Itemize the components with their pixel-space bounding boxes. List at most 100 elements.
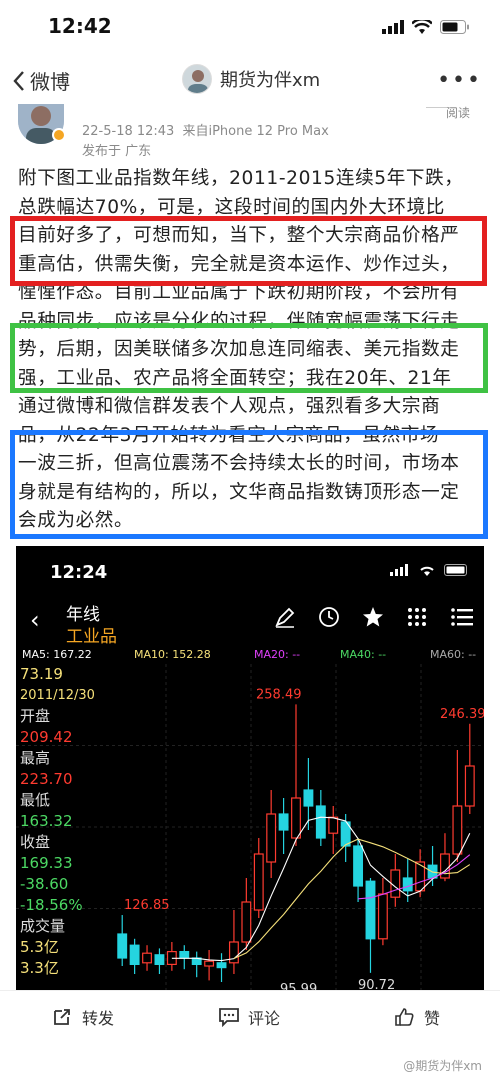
- candle-body: [353, 845, 364, 887]
- more-button[interactable]: •••: [437, 68, 482, 93]
- author-header: 阅读 22-5-18 12:43 来自iPhone 12 Pro Max 发布于…: [0, 104, 500, 160]
- high-value: 223.70: [20, 770, 73, 788]
- verified-badge-icon: [52, 128, 66, 142]
- draw-icon: [275, 607, 295, 628]
- ma20-label: MA20: --: [254, 648, 301, 661]
- close-label: 收盘: [20, 833, 51, 851]
- read-count-label: 阅读: [445, 106, 470, 120]
- volume-value-2: 3.3亿: [20, 959, 59, 977]
- thumbs-up-icon: [395, 1008, 414, 1026]
- back-button[interactable]: 微博: [12, 66, 70, 95]
- post-source: 来自iPhone 12 Pro Max: [182, 124, 329, 139]
- price-value: 73.19: [20, 665, 63, 683]
- post-line: 附下图工业品指数年线，2011-2015连续5年下跌，: [18, 168, 464, 189]
- action-bar: 转发 评论 赞 @期货为伴xm: [0, 990, 500, 1081]
- comment-button[interactable]: 评论: [218, 1005, 280, 1029]
- embedded-back-icon: ‹: [30, 606, 40, 634]
- candle-body: [216, 962, 227, 969]
- price-annotation: 258.49: [256, 687, 302, 702]
- repost-label: 转发: [82, 1009, 115, 1028]
- nav-user[interactable]: 期货为伴xm: [182, 64, 320, 94]
- candle-body: [303, 789, 314, 807]
- signal-icon: [382, 20, 404, 34]
- candle-body: [266, 813, 277, 863]
- star-icon: [363, 607, 383, 627]
- clock-icon: [319, 607, 339, 627]
- ma40-label: MA40: --: [340, 648, 387, 661]
- wifi-icon: [420, 566, 434, 576]
- nav-username: 期货为伴xm: [220, 70, 321, 91]
- back-label: 微博: [30, 70, 70, 94]
- instrument-name: 工业品: [66, 627, 117, 647]
- status-time: 12:42: [48, 14, 112, 38]
- price-annotation: 246.39: [440, 707, 484, 722]
- candle-body: [129, 944, 140, 966]
- signal-icon: [390, 564, 408, 576]
- candle-body: [402, 877, 413, 892]
- low-label: 最低: [20, 791, 51, 809]
- comment-icon: [219, 1008, 239, 1027]
- change-value: -38.60: [20, 875, 69, 893]
- candle-body: [204, 960, 215, 967]
- ma60-label: MA60: --: [430, 648, 477, 661]
- high-label: 最高: [20, 749, 51, 767]
- candle-body: [464, 765, 475, 807]
- embedded-toolbar: [274, 606, 474, 628]
- battery-icon: [440, 20, 469, 34]
- battery-icon: [444, 564, 467, 576]
- change-pct: -18.56%: [20, 896, 83, 914]
- candle-body: [278, 813, 289, 831]
- volume-value: 5.3亿: [20, 938, 59, 956]
- volume-label: 成交量: [20, 917, 66, 935]
- post-date: 22-5-18 12:43: [82, 124, 175, 139]
- candle-body: [241, 901, 252, 943]
- candle-body: [390, 869, 401, 898]
- open-label: 开盘: [20, 707, 51, 725]
- highlight-box-green: [10, 323, 488, 393]
- ma-legend: MA5: 167.22 MA10: 152.28 MA20: -- MA40: …: [16, 646, 484, 664]
- comment-label: 评论: [248, 1009, 281, 1028]
- repost-icon: [54, 1009, 70, 1025]
- candle-body: [117, 933, 128, 959]
- highlight-box-red: [10, 216, 487, 286]
- post-line: 通过微博和微信群发表个人观点，强烈看多大宗商: [18, 396, 441, 417]
- watermark: @期货为伴xm: [403, 1059, 482, 1073]
- embedded-chart-screenshot[interactable]: 12:24 ‹ 年线 工业品 MA5: 167.22 MA10: 152.28 …: [16, 546, 484, 990]
- candle-body: [291, 797, 301, 839]
- price-annotation: 90.72: [358, 978, 395, 990]
- candle-body: [154, 954, 165, 965]
- price-info-panel: 73.19 2011/12/30 开盘 209.42 最高 223.70 最低 …: [20, 664, 110, 979]
- nav-bar: 微博 期货为伴xm •••: [0, 56, 500, 104]
- highlight-box-blue: [10, 430, 488, 539]
- embedded-status-time: 12:24: [50, 562, 108, 583]
- price-annotation: 95.99: [280, 982, 317, 990]
- post-location: 发布于 广东: [82, 144, 152, 159]
- low-value: 163.32: [20, 812, 73, 830]
- chevron-left-icon: [13, 70, 24, 91]
- ma10-label: MA10: 152.28: [134, 648, 211, 661]
- candle-body: [142, 952, 152, 964]
- candle-body: [228, 941, 239, 964]
- close-value: 169.33: [20, 854, 73, 872]
- status-bar: 12:42: [0, 0, 500, 56]
- embedded-status-icons: [390, 564, 470, 576]
- candle-body: [365, 880, 376, 940]
- candle-body: [315, 805, 326, 839]
- candle-body: [328, 816, 339, 834]
- status-icons: [382, 20, 470, 34]
- embedded-header: ‹ 年线 工业品: [16, 594, 484, 647]
- menu-icon: [451, 608, 473, 626]
- repost-button[interactable]: 转发: [52, 1005, 114, 1029]
- ma5-label: MA5: 167.22: [22, 648, 92, 661]
- more-icon: •••: [437, 68, 482, 93]
- like-label: 赞: [424, 1009, 441, 1028]
- avatar: [182, 64, 212, 94]
- candle-body: [253, 853, 264, 911]
- candle-body: [377, 893, 388, 940]
- candle-body: [179, 951, 190, 959]
- like-button[interactable]: 赞: [394, 1005, 440, 1029]
- price-date: 2011/12/30: [20, 688, 95, 703]
- grid-icon: [408, 608, 426, 626]
- post-meta: 22-5-18 12:43 来自iPhone 12 Pro Max: [82, 120, 329, 139]
- wifi-icon: [412, 20, 432, 34]
